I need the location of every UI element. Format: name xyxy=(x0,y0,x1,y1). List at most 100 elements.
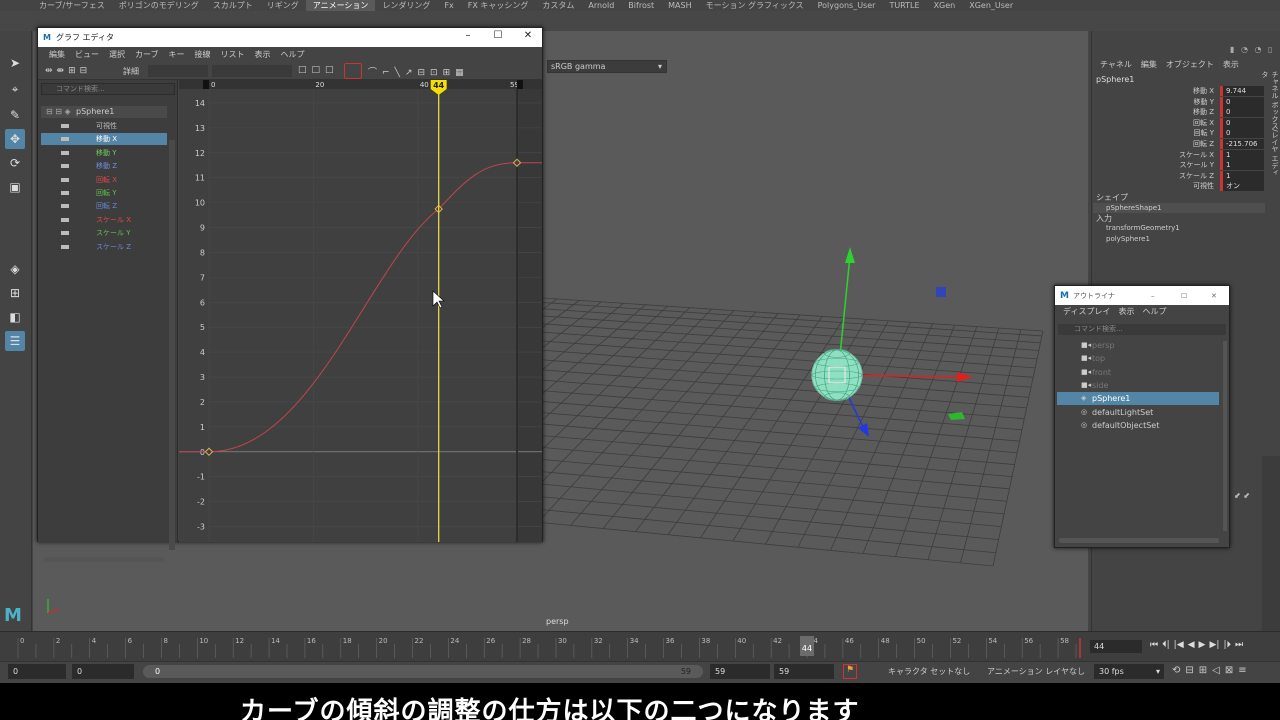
menu-item[interactable]: モーション グラフィックス xyxy=(699,0,811,11)
attribute-row[interactable]: 回転 X 0 xyxy=(1092,117,1264,128)
panel-tab-icons[interactable]: ▮ ◔ ◔ ▯ xyxy=(1230,45,1274,54)
outliner-item[interactable]: ■◂ persp xyxy=(1057,339,1219,352)
menu-item[interactable]: レンダリング xyxy=(375,0,437,11)
channel-box-menu-item[interactable]: オブジェクト xyxy=(1166,59,1214,70)
single-view-icon[interactable]: ◈ xyxy=(5,259,25,279)
menu-item[interactable]: Fx xyxy=(437,0,460,11)
playback-start-field[interactable]: 0 xyxy=(72,664,134,679)
sphere-object[interactable] xyxy=(811,349,863,401)
outliner-search-input[interactable]: コマンド検索... xyxy=(1058,324,1226,335)
attribute-value[interactable]: 9.744 xyxy=(1220,86,1264,96)
menu-item[interactable]: XGen xyxy=(927,0,963,11)
attribute-row[interactable]: 可視性 オン xyxy=(1092,181,1264,192)
auto-key-icon[interactable]: ⚑ xyxy=(843,664,857,679)
play-forward-icon[interactable]: ▶ xyxy=(1199,640,1206,650)
scale-tool-icon[interactable]: ▣ xyxy=(5,177,25,197)
tangent-type-icon[interactable]: ⌒⌐╲↗⊟⊡⊞▦ xyxy=(368,65,469,78)
close-icon[interactable]: ✕ xyxy=(1211,292,1217,300)
channel-box-menu-item[interactable]: チャネル xyxy=(1100,59,1132,70)
time-ruler[interactable]: 0 2 4 6 8 10 12 14 16 18 20 22 24 26 28 30 32 34 36 38 40 42 4… xyxy=(16,634,1084,658)
input-item[interactable]: polySphere1 xyxy=(1106,235,1150,243)
graph-area[interactable]: 14131211109876543210-1-2-3020405944 xyxy=(179,80,542,542)
step-forward-icon[interactable]: ▶| xyxy=(1209,640,1219,650)
outliner-item[interactable]: ◈ pSphere1 xyxy=(1057,392,1219,406)
channel-row[interactable]: 可視性 xyxy=(41,120,167,132)
attribute-value[interactable]: 0 xyxy=(1220,128,1264,139)
graph-menu-item[interactable]: キー xyxy=(164,47,190,62)
playback-end-field[interactable]: 59 xyxy=(710,664,770,679)
menu-item[interactable]: カーブ/サーフェス xyxy=(32,0,112,11)
attribute-value[interactable]: 1 xyxy=(1220,170,1264,181)
graph-menu-item[interactable]: カーブ xyxy=(130,47,164,62)
step-back-icon[interactable]: |◀ xyxy=(1174,640,1184,650)
graph-menu-item[interactable]: リスト xyxy=(216,47,250,62)
shape-name[interactable]: pSphereShape1 xyxy=(1093,203,1265,213)
attribute-value[interactable]: -215.706 xyxy=(1220,139,1264,149)
move-manipulator[interactable] xyxy=(837,247,973,437)
graph-menu-item[interactable]: 接線 xyxy=(190,47,216,62)
graph-menu-item[interactable]: ヘルプ xyxy=(276,47,310,62)
animation-start-field[interactable]: 0 xyxy=(8,664,66,679)
anim-layer-label[interactable]: アニメーション レイヤなし xyxy=(987,666,1085,677)
side-by-side-view-icon[interactable]: ◧ xyxy=(5,307,25,327)
stats-field[interactable] xyxy=(148,65,208,77)
graph-menu-item[interactable]: 編集 xyxy=(44,47,70,62)
expand-icon[interactable]: ⊟ ⊟ ◈ xyxy=(46,106,71,118)
outliner-scrollbar[interactable] xyxy=(1223,341,1227,531)
current-frame-field[interactable]: 44 xyxy=(1090,640,1142,653)
minimize-icon[interactable]: – xyxy=(458,30,478,41)
minimize-icon[interactable]: – xyxy=(1151,292,1155,300)
attribute-value[interactable]: 0 xyxy=(1220,117,1264,128)
outliner-menu-item[interactable]: 表示 xyxy=(1114,305,1138,319)
menu-item[interactable]: リギング xyxy=(260,0,306,11)
outliner-hscroll[interactable] xyxy=(1059,538,1219,543)
graph-canvas[interactable]: 14131211109876543210-1-2-3020405944 xyxy=(179,80,542,542)
channel-box-menu-item[interactable]: 編集 xyxy=(1141,59,1157,70)
value-field[interactable] xyxy=(212,65,292,77)
lasso-tool-icon[interactable]: ⌖ xyxy=(5,79,25,99)
attribute-value[interactable]: 1 xyxy=(1220,160,1264,171)
fps-dropdown[interactable]: 30 fps ▾ xyxy=(1094,664,1164,679)
range-bar-icons[interactable]: ⟲⊟⊞◁⊠≡ xyxy=(1172,665,1252,676)
select-tool-icon[interactable]: ➤ xyxy=(5,53,25,73)
outliner-menu-item[interactable]: ディスプレイ xyxy=(1059,305,1114,319)
graph-menu-item[interactable]: ビュー xyxy=(70,47,104,62)
attribute-value[interactable]: 0 xyxy=(1220,96,1264,107)
channel-row[interactable]: 移動 Z xyxy=(41,160,167,172)
go-to-start-icon[interactable]: ⏮ xyxy=(1150,640,1158,650)
channel-row[interactable]: 回転 Y xyxy=(41,187,167,199)
play-backward-icon[interactable]: ◀ xyxy=(1188,640,1195,650)
rotate-tool-icon[interactable]: ⟳ xyxy=(5,153,25,173)
outliner-hscroll[interactable] xyxy=(44,557,164,562)
character-set-label[interactable]: キャラクタ セットなし xyxy=(888,666,970,677)
attribute-value[interactable]: オン xyxy=(1220,181,1264,192)
channel-row[interactable]: スケール X xyxy=(41,214,167,226)
channel-row[interactable]: 移動 Y xyxy=(41,147,167,159)
attribute-row[interactable]: スケール Y 1 xyxy=(1092,160,1264,171)
attribute-value[interactable]: 0 xyxy=(1220,107,1264,118)
outliner-item[interactable]: ■◂ front xyxy=(1057,366,1219,379)
outliner-item[interactable]: ■◂ side xyxy=(1057,379,1219,392)
key-tools-icon[interactable]: ⇹⇼⊞⊟ xyxy=(45,66,91,76)
menu-item[interactable]: Polygons_User xyxy=(811,0,883,11)
step-forward-key-icon[interactable]: |⏵ xyxy=(1223,640,1231,650)
input-item[interactable]: transformGeometry1 xyxy=(1106,224,1180,232)
object-row[interactable]: ⊟ ⊟ ◈ pSphere1 xyxy=(41,106,167,118)
channel-row[interactable]: 回転 X xyxy=(41,174,167,186)
color-space-dropdown[interactable]: sRGB gamma ▾ xyxy=(547,60,667,73)
layer-icons[interactable]: ⬋ ⬋ xyxy=(1234,491,1250,500)
menu-item[interactable]: Bifrost xyxy=(621,0,661,11)
attribute-row[interactable]: 移動 Y 0 xyxy=(1092,96,1264,107)
attribute-row[interactable]: 回転 Z -215.706 xyxy=(1092,139,1264,149)
attribute-row[interactable]: 移動 X 9.744 xyxy=(1092,86,1264,96)
range-slider[interactable]: 0 59 xyxy=(143,665,703,678)
outliner-scrollbar[interactable] xyxy=(169,140,175,550)
graph-menu-item[interactable]: 表示 xyxy=(250,47,276,62)
outliner-titlebar[interactable]: M アウトライナ – ☐ ✕ xyxy=(1055,286,1229,305)
channel-row[interactable]: 回転 Z xyxy=(41,200,167,212)
go-to-end-icon[interactable]: ⏭ xyxy=(1235,640,1243,650)
paint-select-tool-icon[interactable]: ✎ xyxy=(5,105,25,125)
menu-item[interactable]: カスタム xyxy=(535,0,581,11)
four-view-icon[interactable]: ⊞ xyxy=(5,283,25,303)
maximize-icon[interactable]: ☐ xyxy=(488,30,508,41)
